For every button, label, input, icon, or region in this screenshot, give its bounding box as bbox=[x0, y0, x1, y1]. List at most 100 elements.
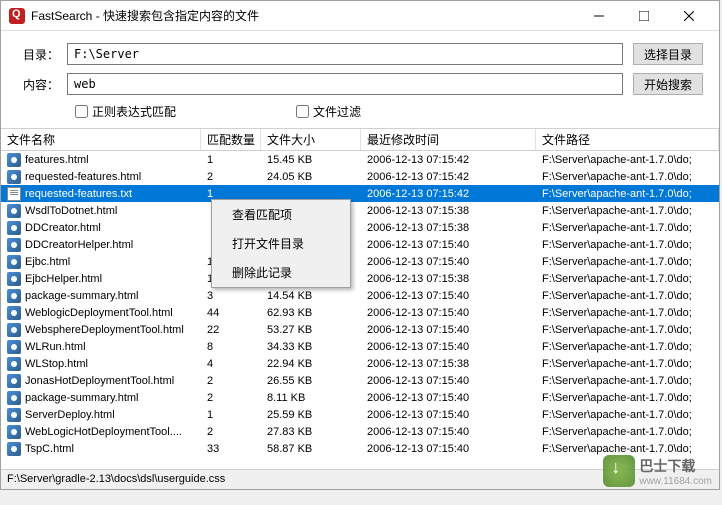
table-row[interactable]: package-summary.html314.54 KB2006-12-13 … bbox=[1, 287, 719, 304]
file-name: WLRun.html bbox=[25, 341, 86, 353]
file-name: WeblogicDeploymentTool.html bbox=[25, 307, 173, 319]
html-file-icon bbox=[7, 357, 21, 371]
col-header-date[interactable]: 最近修改时间 bbox=[361, 129, 536, 150]
table-row[interactable]: ServerDeploy.html125.59 KB2006-12-13 07:… bbox=[1, 406, 719, 423]
filter-checkbox[interactable] bbox=[296, 105, 309, 118]
html-file-icon bbox=[7, 442, 21, 456]
file-path: F:\Server\apache-ant-1.7.0\do; bbox=[536, 256, 719, 268]
table-row[interactable]: DDCreator.html2006-12-13 07:15:38F:\Serv… bbox=[1, 219, 719, 236]
html-file-icon bbox=[7, 323, 21, 337]
menu-open-dir[interactable]: 打开文件目录 bbox=[212, 229, 350, 258]
file-path: F:\Server\apache-ant-1.7.0\do; bbox=[536, 188, 719, 200]
file-size: 22.94 KB bbox=[261, 358, 361, 370]
table-row[interactable]: WeblogicDeploymentTool.html4462.93 KB200… bbox=[1, 304, 719, 321]
file-date: 2006-12-13 07:15:40 bbox=[361, 239, 536, 251]
file-date: 2006-12-13 07:15:40 bbox=[361, 409, 536, 421]
file-path: F:\Server\apache-ant-1.7.0\do; bbox=[536, 375, 719, 387]
file-name: JonasHotDeploymentTool.html bbox=[25, 375, 174, 387]
minimize-button[interactable] bbox=[576, 2, 621, 30]
table-row[interactable]: requested-features.html224.05 KB2006-12-… bbox=[1, 168, 719, 185]
file-name: WebsphereDeploymentTool.html bbox=[25, 324, 184, 336]
download-icon bbox=[603, 455, 635, 487]
start-search-button[interactable]: 开始搜索 bbox=[633, 73, 703, 95]
file-name: requested-features.html bbox=[25, 171, 141, 183]
close-button[interactable] bbox=[666, 2, 711, 30]
dir-input[interactable] bbox=[67, 43, 623, 65]
html-file-icon bbox=[7, 306, 21, 320]
menu-view-match[interactable]: 查看匹配项 bbox=[212, 200, 350, 229]
file-date: 2006-12-13 07:15:40 bbox=[361, 307, 536, 319]
file-name: DDCreatorHelper.html bbox=[25, 239, 133, 251]
file-name: WsdlToDotnet.html bbox=[25, 205, 117, 217]
col-header-size[interactable]: 文件大小 bbox=[261, 129, 361, 150]
file-name: features.html bbox=[25, 154, 89, 166]
file-name: EjbcHelper.html bbox=[25, 273, 102, 285]
file-date: 2006-12-13 07:15:42 bbox=[361, 154, 536, 166]
regex-label: 正则表达式匹配 bbox=[92, 103, 176, 120]
col-header-name[interactable]: 文件名称 bbox=[1, 129, 201, 150]
table-row[interactable]: WLRun.html834.33 KB2006-12-13 07:15:40F:… bbox=[1, 338, 719, 355]
filter-checkbox-wrap[interactable]: 文件过滤 bbox=[296, 103, 361, 120]
file-path: F:\Server\apache-ant-1.7.0\do; bbox=[536, 222, 719, 234]
file-date: 2006-12-13 07:15:40 bbox=[361, 443, 536, 455]
file-path: F:\Server\apache-ant-1.7.0\do; bbox=[536, 341, 719, 353]
table-row[interactable]: requested-features.txt12006-12-13 07:15:… bbox=[1, 185, 719, 202]
file-name: Ejbc.html bbox=[25, 256, 70, 268]
menu-delete[interactable]: 删除此记录 bbox=[212, 258, 350, 287]
html-file-icon bbox=[7, 374, 21, 388]
match-count: 1 bbox=[201, 409, 261, 421]
html-file-icon bbox=[7, 153, 21, 167]
table-row[interactable]: Ejbc.html131.31 KB2006-12-13 07:15:40F:\… bbox=[1, 253, 719, 270]
match-count: 2 bbox=[201, 426, 261, 438]
file-date: 2006-12-13 07:15:38 bbox=[361, 273, 536, 285]
file-name: DDCreator.html bbox=[25, 222, 101, 234]
match-count: 8 bbox=[201, 341, 261, 353]
table-row[interactable]: WebLogicHotDeploymentTool....227.83 KB20… bbox=[1, 423, 719, 440]
context-menu: 查看匹配项 打开文件目录 删除此记录 bbox=[211, 199, 351, 288]
file-date: 2006-12-13 07:15:40 bbox=[361, 426, 536, 438]
table-row[interactable]: features.html115.45 KB2006-12-13 07:15:4… bbox=[1, 151, 719, 168]
file-size: 26.55 KB bbox=[261, 375, 361, 387]
table-row[interactable]: package-summary.html28.11 KB2006-12-13 0… bbox=[1, 389, 719, 406]
html-file-icon bbox=[7, 238, 21, 252]
match-count: 33 bbox=[201, 443, 261, 455]
table-row[interactable]: WLStop.html422.94 KB2006-12-13 07:15:38F… bbox=[1, 355, 719, 372]
table-body: features.html115.45 KB2006-12-13 07:15:4… bbox=[1, 151, 719, 471]
file-size: 53.27 KB bbox=[261, 324, 361, 336]
file-path: F:\Server\apache-ant-1.7.0\do; bbox=[536, 358, 719, 370]
regex-checkbox[interactable] bbox=[75, 105, 88, 118]
regex-checkbox-wrap[interactable]: 正则表达式匹配 bbox=[75, 103, 176, 120]
file-path: F:\Server\apache-ant-1.7.0\do; bbox=[536, 290, 719, 302]
col-header-path[interactable]: 文件路径 bbox=[536, 129, 719, 150]
file-name: package-summary.html bbox=[25, 290, 139, 302]
html-file-icon bbox=[7, 170, 21, 184]
watermark-url: www.11684.com bbox=[639, 476, 712, 487]
table-row[interactable]: EjbcHelper.html19.13 KB2006-12-13 07:15:… bbox=[1, 270, 719, 287]
table-row[interactable]: WsdlToDotnet.html2006-12-13 07:15:38F:\S… bbox=[1, 202, 719, 219]
maximize-button[interactable] bbox=[621, 2, 666, 30]
col-header-count[interactable]: 匹配数量 bbox=[201, 129, 261, 150]
file-date: 2006-12-13 07:15:42 bbox=[361, 171, 536, 183]
table-row[interactable]: JonasHotDeploymentTool.html226.55 KB2006… bbox=[1, 372, 719, 389]
file-date: 2006-12-13 07:15:40 bbox=[361, 324, 536, 336]
file-size: 15.45 KB bbox=[261, 154, 361, 166]
choose-dir-button[interactable]: 选择目录 bbox=[633, 43, 703, 65]
dir-label: 目录： bbox=[17, 46, 67, 63]
table-row[interactable]: DDCreatorHelper.html2006-12-13 07:15:40F… bbox=[1, 236, 719, 253]
match-count: 3 bbox=[201, 290, 261, 302]
match-count: 1 bbox=[201, 188, 261, 200]
html-file-icon bbox=[7, 221, 21, 235]
match-count: 44 bbox=[201, 307, 261, 319]
content-input[interactable] bbox=[67, 73, 623, 95]
watermark-name: 巴士下载 bbox=[639, 456, 712, 476]
content-label: 内容： bbox=[17, 76, 67, 93]
html-file-icon bbox=[7, 408, 21, 422]
file-date: 2006-12-13 07:15:40 bbox=[361, 392, 536, 404]
file-path: F:\Server\apache-ant-1.7.0\do; bbox=[536, 273, 719, 285]
table-row[interactable]: WebsphereDeploymentTool.html2253.27 KB20… bbox=[1, 321, 719, 338]
file-size: 25.59 KB bbox=[261, 409, 361, 421]
match-count: 4 bbox=[201, 358, 261, 370]
file-size: 24.05 KB bbox=[261, 171, 361, 183]
file-name: TspC.html bbox=[25, 443, 74, 455]
file-size: 58.87 KB bbox=[261, 443, 361, 455]
